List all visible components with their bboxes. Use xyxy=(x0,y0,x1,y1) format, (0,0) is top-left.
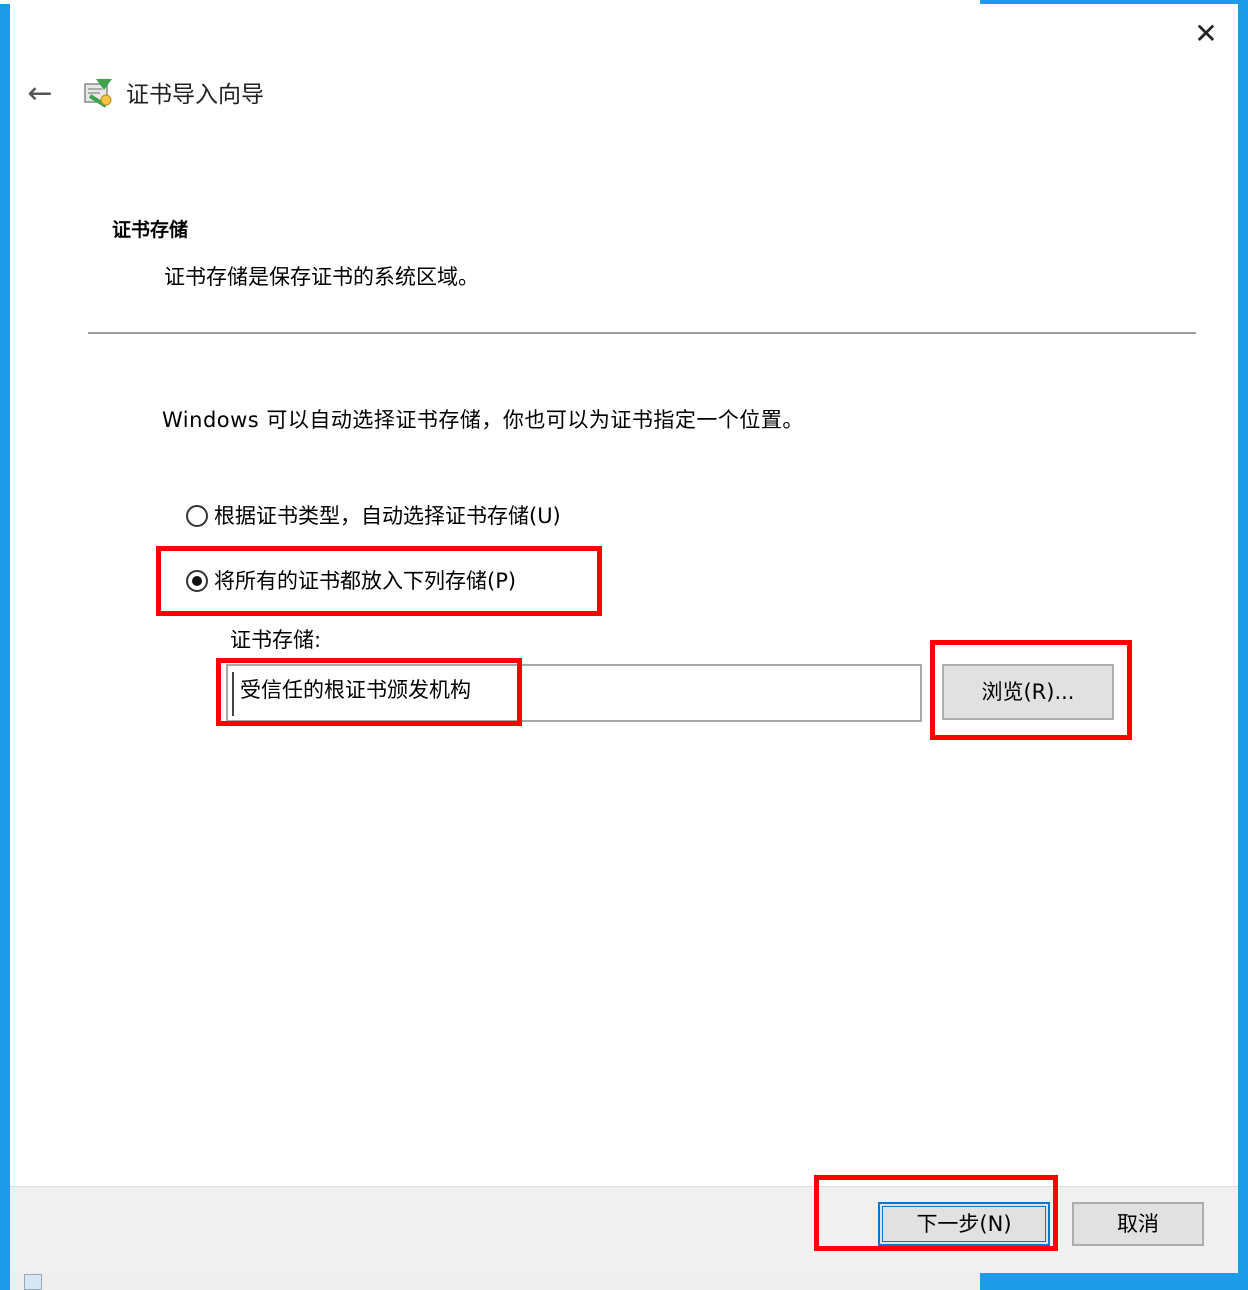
background-taskbar-strip xyxy=(10,1272,980,1290)
wizard-title: 证书导入向导 xyxy=(126,82,264,108)
auto-select-label: 根据证书类型，自动选择证书存储(U) xyxy=(214,504,561,528)
certificate-wizard-icon xyxy=(84,79,112,108)
place-in-store-radio[interactable] xyxy=(186,570,208,592)
auto-select-radio[interactable] xyxy=(186,505,208,527)
place-in-store-option[interactable]: 将所有的证书都放入下列存储(P) xyxy=(186,565,516,597)
close-icon: ✕ xyxy=(1194,17,1218,50)
taskbar-app-icon xyxy=(24,1274,42,1290)
section-heading: 证书存储 xyxy=(112,219,189,241)
header-divider xyxy=(88,332,1196,334)
section-description: 证书存储是保存证书的系统区域。 xyxy=(164,265,479,289)
next-button[interactable]: 下一步(N) xyxy=(878,1202,1050,1246)
certificate-store-label: 证书存储: xyxy=(230,628,322,652)
certificate-store-field[interactable]: 受信任的根证书颁发机构 xyxy=(226,664,922,722)
cancel-button[interactable]: 取消 xyxy=(1072,1202,1204,1246)
certificate-store-value: 受信任的根证书颁发机构 xyxy=(240,678,471,702)
certificate-import-wizard-dialog: ✕ ← 证书导入向导 证书存储 证书存储是保存证书的系统区域。 Windows … xyxy=(10,4,1238,1273)
auto-select-store-option[interactable]: 根据证书类型，自动选择证书存储(U) xyxy=(186,500,561,532)
back-button[interactable]: ← xyxy=(22,76,58,112)
footer-bar xyxy=(10,1186,1238,1273)
intro-text: Windows 可以自动选择证书存储，你也可以为证书指定一个位置。 xyxy=(162,408,804,432)
place-in-store-label: 将所有的证书都放入下列存储(P) xyxy=(214,569,517,593)
back-arrow-icon: ← xyxy=(27,76,53,111)
close-button[interactable]: ✕ xyxy=(1186,16,1226,52)
text-caret xyxy=(232,672,234,716)
browse-button[interactable]: 浏览(R)... xyxy=(942,664,1114,720)
